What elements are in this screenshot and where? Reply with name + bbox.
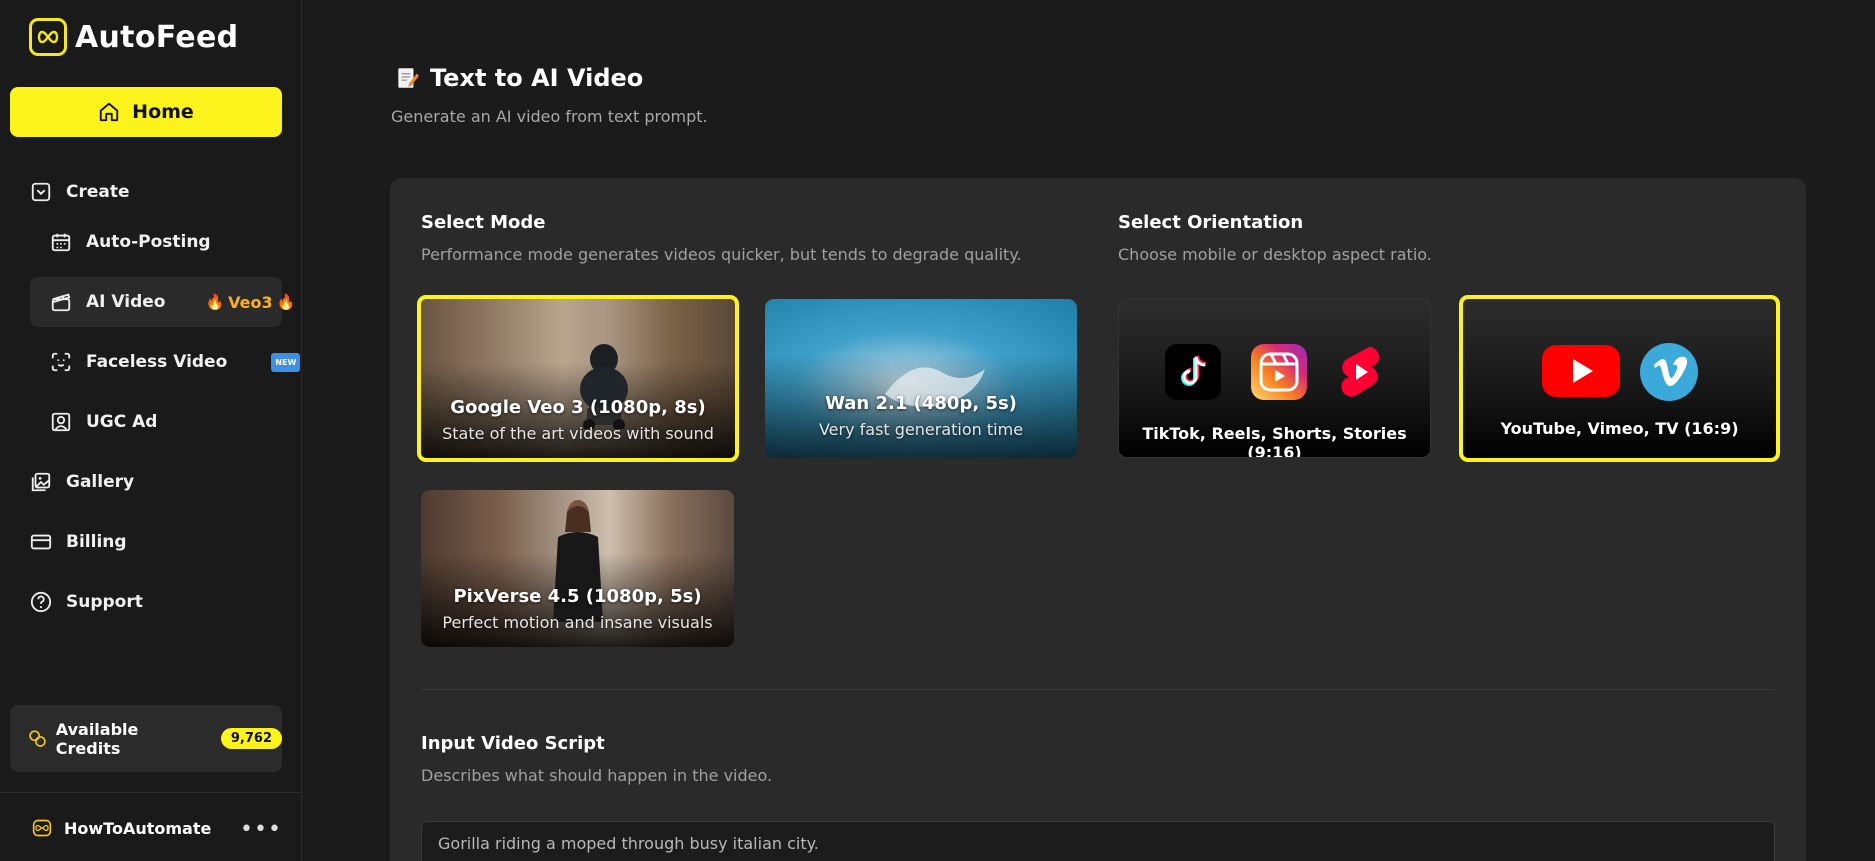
page-subtitle: Generate an AI video from text prompt. xyxy=(391,107,708,126)
select-mode-title: Select Mode xyxy=(421,212,546,233)
gallery-icon xyxy=(31,472,51,492)
orientation-label: YouTube, Vimeo, TV (16:9) xyxy=(1500,419,1739,438)
sidebar: AutoFeed Home Create Auto-Posting AI Vid… xyxy=(0,0,302,861)
tiktok-icon xyxy=(1164,344,1221,400)
sidebar-item-ugc-ad[interactable]: UGC Ad xyxy=(50,411,157,433)
select-orientation-subtitle: Choose mobile or desktop aspect ratio. xyxy=(1118,245,1432,264)
mode-card-google-veo3[interactable]: Google Veo 3 (1080p, 8s) State of the ar… xyxy=(417,295,739,462)
mode-card-wan[interactable]: Wan 2.1 (480p, 5s) Very fast generation … xyxy=(765,299,1077,458)
select-mode-subtitle: Performance mode generates videos quicke… xyxy=(421,245,1022,264)
sidebar-item-label: AI Video xyxy=(86,292,166,312)
mode-title: PixVerse 4.5 (1080p, 5s) xyxy=(453,586,702,607)
check-square-icon xyxy=(31,182,51,202)
sidebar-item-label: Auto-Posting xyxy=(86,232,211,252)
app-name: AutoFeed xyxy=(75,19,239,55)
home-button[interactable]: Home xyxy=(10,87,282,137)
sidebar-item-gallery[interactable]: Gallery xyxy=(30,471,134,493)
page-title: Text to AI Video xyxy=(394,64,643,92)
page-title-text: Text to AI Video xyxy=(430,64,644,92)
sidebar-item-label: UGC Ad xyxy=(86,412,158,432)
user-portrait-icon xyxy=(51,412,71,432)
section-divider xyxy=(421,689,1775,690)
home-icon xyxy=(100,102,119,122)
orientation-card-portrait[interactable]: TikTok, Reels, Shorts, Stories (9:16) xyxy=(1118,299,1431,458)
youtube-shorts-icon xyxy=(1340,347,1379,397)
select-orientation-title: Select Orientation xyxy=(1118,212,1304,233)
video-script-input[interactable]: Gorilla riding a moped through busy ital… xyxy=(421,821,1775,861)
mode-title: Google Veo 3 (1080p, 8s) xyxy=(450,397,706,418)
help-circle-icon xyxy=(30,591,52,613)
home-label: Home xyxy=(132,101,194,123)
username: HowToAutomate xyxy=(64,818,212,838)
veo3-tag-label: Veo3 xyxy=(228,292,273,312)
logo[interactable]: AutoFeed xyxy=(29,18,238,56)
credit-card-icon xyxy=(30,534,52,550)
user-account[interactable]: HowToAutomate xyxy=(32,818,211,838)
sidebar-item-support[interactable]: Support xyxy=(30,591,143,613)
mode-subtitle: State of the art videos with sound xyxy=(442,424,714,443)
mode-card-pixverse[interactable]: PixVerse 4.5 (1080p, 5s) Perfect motion … xyxy=(421,490,734,647)
new-badge: NEW xyxy=(271,352,301,372)
logo-infinity-icon xyxy=(32,819,52,837)
mode-title: Wan 2.1 (480p, 5s) xyxy=(825,393,1017,414)
logo-infinity-icon xyxy=(29,18,67,56)
mode-subtitle: Perfect motion and insane visuals xyxy=(442,613,713,632)
sidebar-item-label: Billing xyxy=(66,532,127,552)
calendar-icon xyxy=(51,233,71,252)
orientation-label: TikTok, Reels, Shorts, Stories (9:16) xyxy=(1142,424,1407,458)
sidebar-item-billing[interactable]: Billing xyxy=(30,531,127,553)
instagram-reels-icon xyxy=(1250,344,1307,400)
coins-icon xyxy=(29,729,46,747)
sidebar-item-label: Create xyxy=(66,182,130,202)
credits-count-badge: 9,762 xyxy=(220,728,282,749)
sidebar-item-ai-video[interactable]: AI Video 🔥 Veo3 🔥 xyxy=(50,291,295,313)
mode-subtitle: Very fast generation time xyxy=(818,420,1024,439)
memo-icon xyxy=(398,68,419,88)
more-options-icon[interactable]: ••• xyxy=(240,817,282,842)
face-scan-icon xyxy=(51,352,71,372)
veo3-tag: 🔥 Veo3 🔥 xyxy=(205,293,295,312)
fire-icon: 🔥 xyxy=(276,293,296,311)
sidebar-item-create[interactable]: Create xyxy=(30,181,130,203)
vimeo-icon xyxy=(1639,343,1698,401)
clapperboard-icon xyxy=(51,293,71,312)
credits-label: Available Credits xyxy=(55,719,139,758)
orientation-card-landscape[interactable]: YouTube, Vimeo, TV (16:9) xyxy=(1459,295,1780,462)
sidebar-item-label: Faceless Video xyxy=(86,352,228,372)
script-subtitle: Describes what should happen in the vide… xyxy=(421,766,773,785)
youtube-icon xyxy=(1541,345,1620,397)
sidebar-item-label: Gallery xyxy=(66,472,135,492)
fire-icon: 🔥 xyxy=(205,293,225,311)
available-credits[interactable]: Available Credits 9,762 xyxy=(10,705,282,772)
sidebar-divider xyxy=(0,792,302,793)
script-title: Input Video Script xyxy=(421,733,605,754)
sidebar-item-label: Support xyxy=(66,592,143,612)
sidebar-item-faceless-video[interactable]: Faceless Video NEW xyxy=(50,351,301,373)
sidebar-item-auto-posting[interactable]: Auto-Posting xyxy=(50,231,211,253)
